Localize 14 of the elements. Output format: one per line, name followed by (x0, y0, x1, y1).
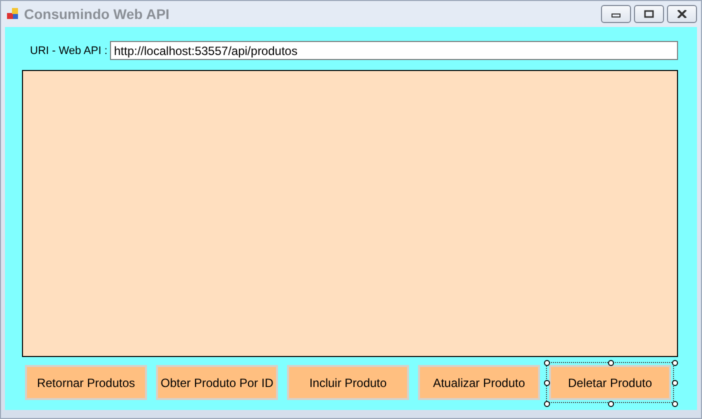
uri-field[interactable]: http://localhost:53557/api/produtos (110, 41, 678, 60)
uri-label: URI - Web API : (30, 44, 108, 56)
action-button[interactable]: Atualizar Produto (418, 365, 540, 400)
app-icon (7, 8, 19, 20)
action-button[interactable]: Retornar Produtos (25, 365, 147, 400)
window-title: Consumindo Web API (24, 6, 170, 22)
action-button[interactable]: Obter Produto Por ID (156, 365, 278, 400)
maximize-icon (644, 10, 654, 18)
close-button[interactable] (667, 5, 697, 23)
maximize-button[interactable] (634, 5, 664, 23)
action-button[interactable]: Deletar Produto (549, 365, 671, 400)
action-button[interactable]: Incluir Produto (287, 365, 409, 400)
close-icon (677, 10, 687, 18)
minimize-button[interactable] (601, 5, 631, 23)
